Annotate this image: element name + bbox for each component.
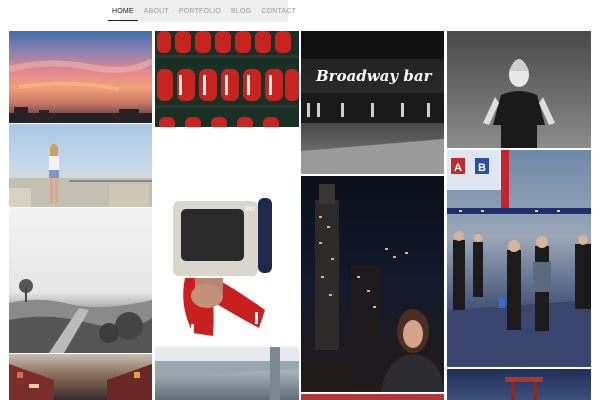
nav-about[interactable]: ABOUT <box>140 2 173 20</box>
street-sign-b: B <box>478 162 486 174</box>
nav-contact[interactable]: CONTACT <box>257 2 300 20</box>
broadway-sign-text: Broadway bar <box>315 67 433 85</box>
nav-portfolio[interactable]: PORTFOLIO <box>175 2 225 20</box>
nav-home[interactable]: HOME <box>107 2 138 21</box>
temple-gate-illustration <box>505 377 543 400</box>
tv-head-person-illustration <box>173 198 272 336</box>
photo-temple-gate-dusk[interactable] <box>447 369 591 400</box>
photo-bw-portrait[interactable] <box>447 31 591 148</box>
photo-bw-landscape[interactable] <box>9 208 152 353</box>
night-city-illustration <box>315 184 444 392</box>
broadway-bar-illustration: Broadway bar <box>301 31 444 174</box>
nav-blog[interactable]: BLOG <box>227 2 255 20</box>
street-crowd-illustration: A B <box>447 150 591 367</box>
woman-balcony-illustration <box>9 143 152 207</box>
sunset-skyline-illustration <box>9 58 152 123</box>
photo-broadway-bar[interactable]: Broadway bar <box>301 31 444 174</box>
street-sign-a: A <box>454 162 462 174</box>
photo-night-city-woman[interactable] <box>301 176 444 392</box>
top-navigation: HOME ABOUT PORTFOLIO BLOG CONTACT <box>107 0 296 22</box>
red-lanterns-illustration <box>155 31 299 127</box>
bw-portrait-illustration <box>483 59 555 148</box>
photo-market-street[interactable] <box>9 354 152 400</box>
bw-landscape-illustration <box>9 279 152 353</box>
photo-interior-ceiling[interactable] <box>155 347 299 400</box>
photo-tv-head-person[interactable] <box>155 128 299 346</box>
interior-ceiling-illustration <box>155 347 299 400</box>
photo-sunset-skyline[interactable] <box>9 31 152 123</box>
photo-red-lanterns[interactable] <box>155 31 299 127</box>
photo-street-crowd[interactable]: A B <box>447 150 591 367</box>
photo-partial-red[interactable] <box>301 394 444 400</box>
photo-woman-balcony[interactable] <box>9 124 152 207</box>
market-street-illustration <box>9 364 152 400</box>
